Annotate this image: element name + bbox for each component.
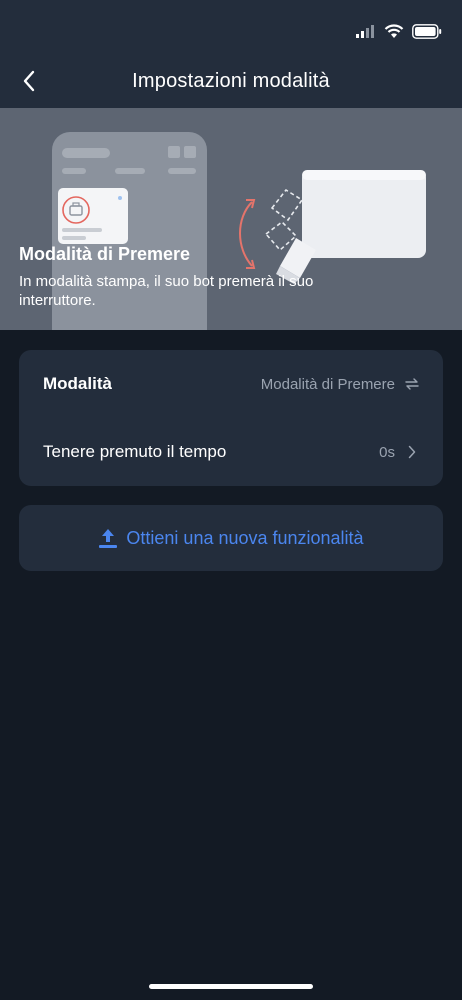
chevron-right-icon [405, 445, 419, 459]
hold-time-value: 0s [379, 443, 395, 461]
swap-arrows-icon [405, 377, 419, 391]
mode-label: Modalità [43, 374, 112, 393]
mode-value: Modalità di Premere [260, 375, 395, 393]
hold-time-row[interactable]: Tenere premuto il tempo 0s [19, 418, 443, 486]
upload-icon [99, 529, 118, 548]
mode-title: Modalità di Premere [19, 244, 191, 264]
status-bar [356, 20, 442, 42]
app-header: Impostazioni modalità [0, 0, 462, 108]
get-new-feature-label: Ottieni una nuova funzionalità [126, 527, 364, 548]
battery-icon [412, 23, 442, 39]
cellular-signal-icon [356, 25, 374, 38]
mode-description: In modalità stampa, il suo bot premerà i… [19, 273, 314, 309]
mode-row[interactable]: Modalità Modalità di Premere [19, 350, 443, 418]
settings-card: Modalità Modalità di Premere Tenere prem… [19, 350, 443, 486]
hold-time-label: Tenere premuto il tempo [43, 442, 227, 461]
mode-illustration-banner: Modalità di Premere In modalità stampa, … [0, 108, 462, 330]
home-indicator [149, 984, 313, 989]
page-title: Impostazioni modalità [132, 70, 330, 92]
get-new-feature-button[interactable]: Ottieni una nuova funzionalità [19, 505, 443, 571]
wifi-icon [384, 23, 404, 38]
